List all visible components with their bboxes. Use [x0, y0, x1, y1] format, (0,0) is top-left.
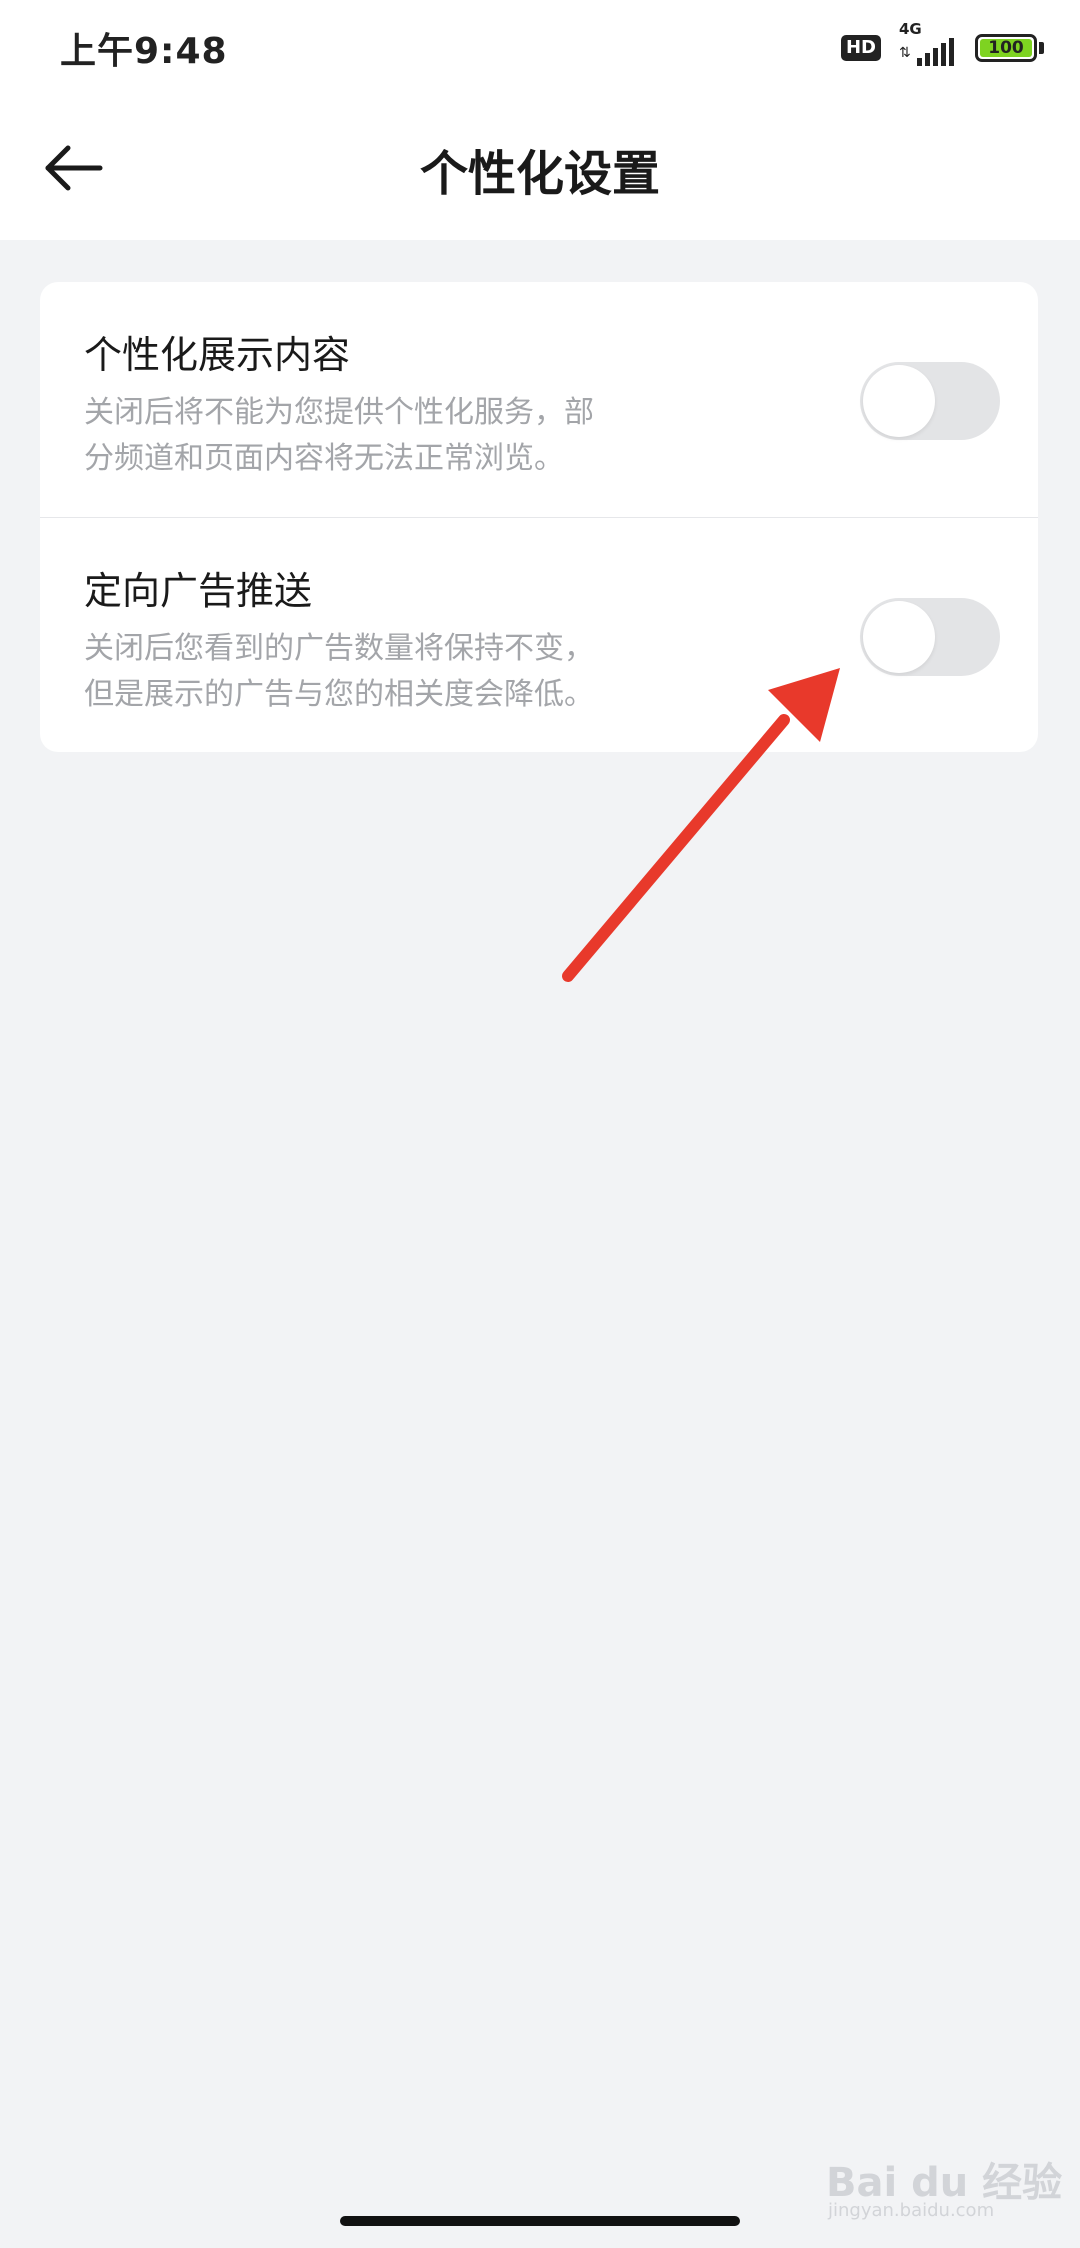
toggle-knob: [863, 365, 935, 437]
setting-description-line: 关闭后将不能为您提供个性化服务，部: [84, 395, 594, 430]
setting-targeted-ads: 定向广告推送 关闭后您看到的广告数量将保持不变， 但是展示的广告与您的相关度会降…: [40, 518, 1038, 752]
setting-description: 关闭后将不能为您提供个性化服务，部 分频道和页面内容将无法正常浏览。: [84, 390, 684, 482]
hd-icon: HD: [840, 35, 881, 61]
personalized-content-toggle[interactable]: [860, 362, 1000, 440]
data-arrows-icon: ⇅: [899, 45, 911, 61]
battery-icon: 100: [975, 34, 1037, 62]
home-indicator[interactable]: [340, 2216, 740, 2226]
status-time: 上午9:48: [60, 31, 228, 72]
setting-title: 个性化展示内容: [84, 333, 351, 377]
page-title: 个性化设置: [419, 146, 660, 202]
setting-description-line: 但是展示的广告与您的相关度会降低。: [84, 677, 594, 712]
network-type-label: 4G: [899, 20, 922, 38]
signal-icon: 4G ⇅: [899, 20, 957, 68]
toggle-knob: [863, 601, 935, 673]
battery-cap: [1039, 42, 1044, 54]
navigation-bar: 个性化设置: [0, 96, 1080, 240]
watermark-url: jingyan.baidu.com: [828, 2200, 995, 2221]
status-bar: 上午9:48 HD 4G ⇅ 100: [0, 0, 1080, 96]
setting-description: 关闭后您看到的广告数量将保持不变， 但是展示的广告与您的相关度会降低。: [84, 626, 684, 718]
setting-description-line: 关闭后您看到的广告数量将保持不变，: [84, 631, 594, 666]
setting-title: 定向广告推送: [84, 569, 313, 613]
setting-description-line: 分频道和页面内容将无法正常浏览。: [84, 441, 564, 476]
targeted-ads-toggle[interactable]: [860, 598, 1000, 676]
setting-personalized-content: 个性化展示内容 关闭后将不能为您提供个性化服务，部 分频道和页面内容将无法正常浏…: [40, 282, 1038, 517]
settings-card: 个性化展示内容 关闭后将不能为您提供个性化服务，部 分频道和页面内容将无法正常浏…: [40, 282, 1038, 752]
signal-bars-icon: [917, 38, 954, 66]
battery-level: 100: [980, 39, 1032, 57]
status-icons: HD 4G ⇅ 100: [840, 20, 1044, 68]
